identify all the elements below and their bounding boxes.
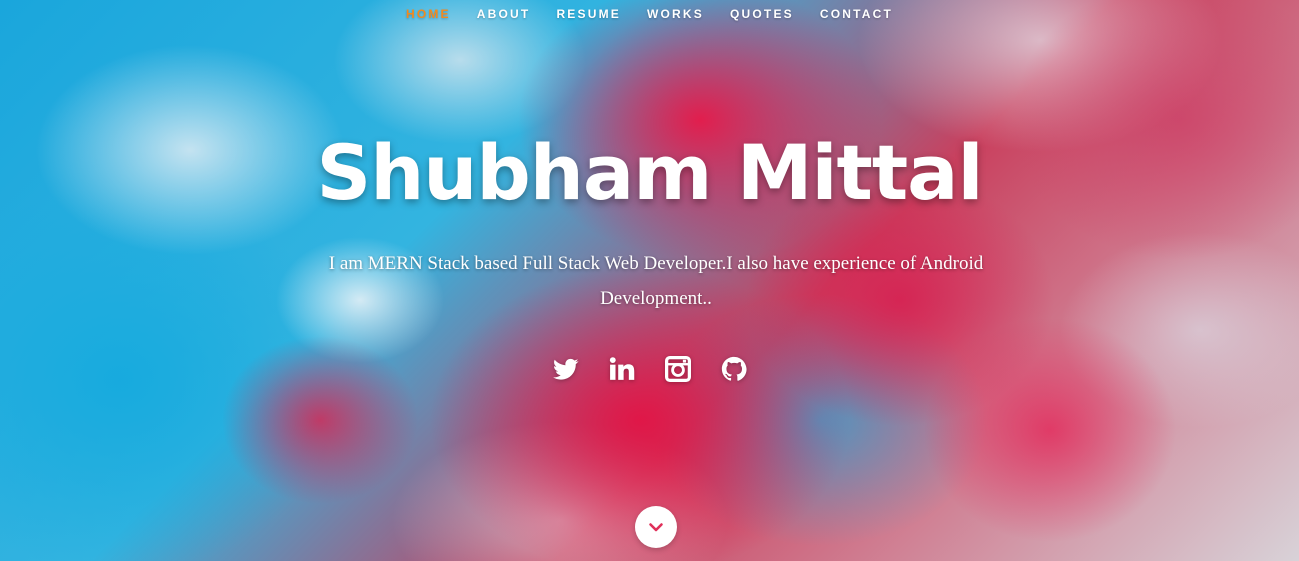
- nav-item-works[interactable]: WORKS: [634, 7, 717, 21]
- scroll-down-button[interactable]: [635, 506, 677, 548]
- linkedin-icon: [609, 357, 634, 380]
- github-icon: [721, 356, 747, 381]
- main-nav: HOME ABOUT RESUME WORKS QUOTES CONTACT: [0, 0, 1299, 28]
- social-links: [0, 356, 1299, 382]
- hero-subtitle: I am MERN Stack based Full Stack Web Dev…: [328, 253, 984, 309]
- nav-item-resume[interactable]: RESUME: [543, 7, 634, 21]
- twitter-link[interactable]: [552, 356, 579, 382]
- chevron-down-icon: [649, 523, 663, 532]
- linkedin-link[interactable]: [609, 356, 635, 382]
- nav-item-home[interactable]: HOME: [393, 7, 464, 21]
- nav-item-contact[interactable]: CONTACT: [807, 7, 906, 21]
- github-link[interactable]: [721, 356, 747, 382]
- instagram-link[interactable]: [664, 356, 691, 382]
- nav-item-quotes[interactable]: QUOTES: [717, 7, 807, 21]
- twitter-icon: [552, 358, 578, 380]
- instagram-icon: [664, 356, 691, 382]
- page-title: Shubham Mittal: [316, 128, 983, 217]
- nav-item-about[interactable]: ABOUT: [464, 7, 544, 21]
